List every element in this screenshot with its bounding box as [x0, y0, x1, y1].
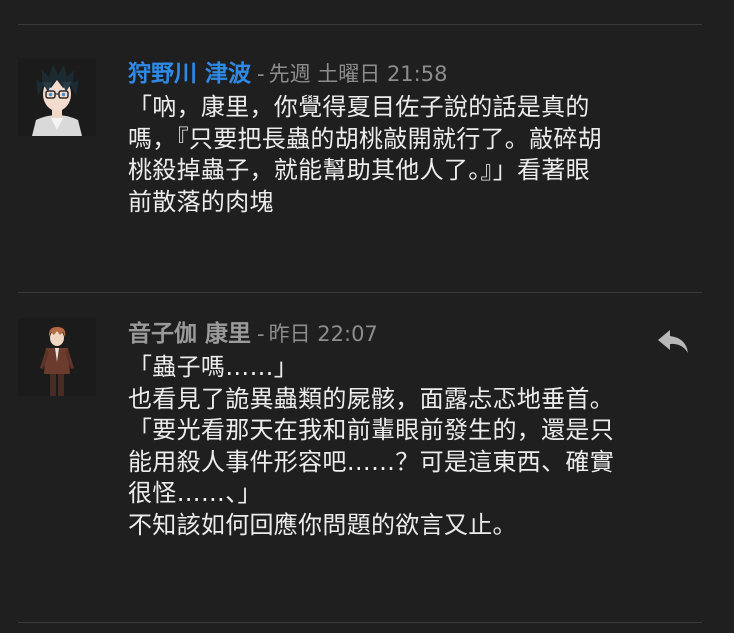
meta-separator: - [257, 322, 265, 346]
message-line: 「要光看那天在我和前輩眼前發生的，還是只 [128, 416, 614, 444]
reply-icon [658, 330, 688, 353]
message-line: 也看見了詭異蟲類的屍骸，面露忐忑地垂首。 [128, 384, 614, 413]
message-line: 很怪……、」 [128, 479, 262, 507]
divider-bottom [18, 622, 702, 623]
message-line: 不知該如何回應你問題的欲言又止。 [128, 510, 517, 539]
message-line: 能用殺人事件形容吧……？可是這東西、確實 [128, 447, 614, 476]
post-meta: 音子伽 康里 - 昨日 22:07 [128, 316, 704, 352]
anime-boy-suit-avatar [18, 318, 96, 396]
message-line: 「蟲子嗎……」 [128, 353, 299, 381]
avatar[interactable] [18, 318, 96, 396]
author-name[interactable]: 音子伽 康里 [128, 321, 251, 347]
reply-button[interactable] [656, 326, 690, 356]
message-post: 音子伽 康里 - 昨日 22:07 「蟲子嗎……」 也看見了詭異蟲類的屍骸，面露忐忑… [0, 0, 734, 622]
timestamp: 昨日 22:07 [268, 322, 378, 346]
message-text: 「蟲子嗎……」 也看見了詭異蟲類的屍骸，面露忐忑地垂首。 「要光看那天在我和前輩… [128, 352, 704, 541]
